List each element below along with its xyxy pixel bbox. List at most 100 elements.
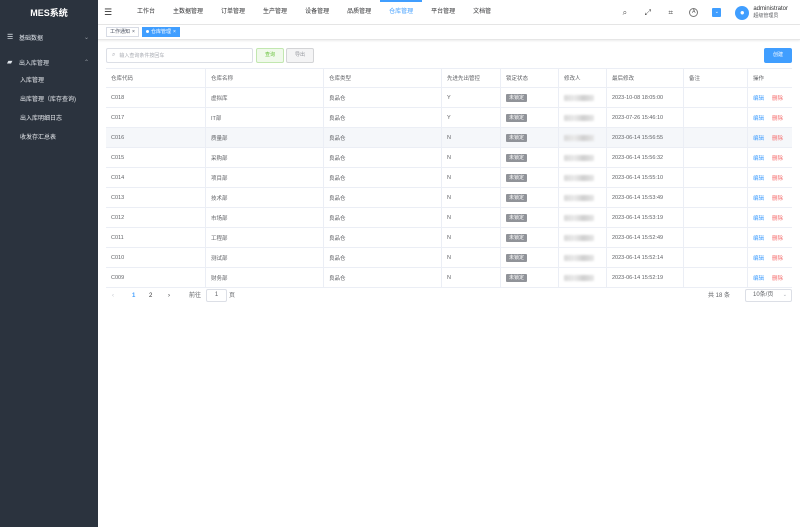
avatar[interactable]: ● xyxy=(735,5,750,20)
goto-page-input[interactable]: 1 xyxy=(206,289,227,302)
close-icon[interactable]: × xyxy=(173,29,176,35)
delete-button[interactable]: 删除 xyxy=(772,114,783,122)
cell-remark xyxy=(684,228,748,247)
tag-work-notice[interactable]: 工作通知 × xyxy=(106,27,139,37)
prev-page-icon[interactable]: ‹ xyxy=(112,289,114,303)
sidebar-group-basic-data[interactable]: ☰ 基础数据 ⌄ xyxy=(0,27,98,47)
delete-button[interactable]: 删除 xyxy=(772,154,783,162)
edit-button[interactable]: 编辑 xyxy=(753,254,764,262)
nav-item-quality[interactable]: 品质管理 xyxy=(338,0,380,25)
edit-button[interactable]: 编辑 xyxy=(753,114,764,122)
column-header[interactable]: 锁定状态 xyxy=(501,69,559,87)
cell-name: 虚拟库 xyxy=(206,88,324,107)
cell-actions: 编辑 删除 xyxy=(748,168,792,187)
delete-button[interactable]: 删除 xyxy=(772,254,783,262)
column-header[interactable]: 先进先出管控 xyxy=(442,69,501,87)
delete-button[interactable]: 删除 xyxy=(772,194,783,202)
cell-name: 技术部 xyxy=(206,188,324,207)
edit-button[interactable]: 编辑 xyxy=(753,214,764,222)
cell-type: 良品仓 xyxy=(324,148,442,167)
next-page-icon[interactable]: › xyxy=(168,289,170,303)
cell-actions: 编辑 删除 xyxy=(748,208,792,227)
sidebar-group-inout[interactable]: ▰ 出入库管理 ⌃ xyxy=(0,52,98,72)
column-header[interactable]: 备注 xyxy=(684,69,748,87)
table-row[interactable]: C013 技术部 良品仓 N 未锁定 2023-06-14 15:53:49 编辑 删除 xyxy=(106,188,792,208)
cell-fifo: N xyxy=(442,208,501,227)
table-row[interactable]: C014 项目部 良品仓 N 未锁定 2023-06-14 15:55:10 编辑 删除 xyxy=(106,168,792,188)
cell-time: 2023-06-14 15:52:49 xyxy=(607,228,684,247)
delete-button[interactable]: 删除 xyxy=(772,134,783,142)
table-row[interactable]: C011 工程部 良品仓 N 未锁定 2023-06-14 15:52:49 编辑 删除 xyxy=(106,228,792,248)
close-icon[interactable]: × xyxy=(132,29,135,35)
delete-button[interactable]: 删除 xyxy=(772,94,783,102)
column-header[interactable]: 仓库名称 xyxy=(206,69,324,87)
search-icon[interactable]: ⌕ xyxy=(620,8,629,17)
status-badge: 未锁定 xyxy=(506,153,528,162)
redacted-modifier xyxy=(564,174,594,181)
cell-time: 2023-07-26 15:46:10 xyxy=(607,108,684,127)
tag-warehouse[interactable]: 仓库管理 × xyxy=(141,27,180,37)
table-row[interactable]: C012 市场部 良品仓 N 未锁定 2023-06-14 15:53:19 编辑 删除 xyxy=(106,208,792,228)
main-nav: 工作台 主数据管理 订单管理 生产管理 设备管理 品质管理 仓库管理 平台管理 … xyxy=(128,0,500,25)
table-row[interactable]: C015 采购部 良品仓 N 未锁定 2023-06-14 15:56:32 编辑 删除 xyxy=(106,148,792,168)
edit-button[interactable]: 编辑 xyxy=(753,134,764,142)
font-size-icon[interactable]: A xyxy=(689,8,699,17)
redacted-modifier xyxy=(564,274,594,281)
cell-code: C018 xyxy=(106,88,206,107)
sidebar-item-summary[interactable]: 收发存汇总表 xyxy=(0,129,98,148)
column-header[interactable]: 仓库代码 xyxy=(106,69,206,87)
query-button[interactable]: 查询 xyxy=(256,48,284,63)
create-button[interactable]: 创建 xyxy=(764,48,792,63)
page-2[interactable]: 2 xyxy=(149,289,152,303)
user-info[interactable]: administrator 超级管理员 xyxy=(753,6,788,20)
fullscreen-icon[interactable]: ⤢ xyxy=(643,8,652,17)
nav-item-workbench[interactable]: 工作台 xyxy=(128,0,164,25)
delete-button[interactable]: 删除 xyxy=(772,234,783,242)
search-placeholder: 输入查询条件按回车 xyxy=(119,53,165,59)
delete-button[interactable]: 删除 xyxy=(772,274,783,282)
edit-button[interactable]: 编辑 xyxy=(753,94,764,102)
edit-button[interactable]: 编辑 xyxy=(753,274,764,282)
column-header[interactable]: 仓库类型 xyxy=(324,69,442,87)
cell-code: C011 xyxy=(106,228,206,247)
sidebar-item-inbound[interactable]: 入库管理 xyxy=(0,72,98,91)
tag-label: 仓库管理 xyxy=(150,29,171,35)
nav-item-platform[interactable]: 平台管理 xyxy=(422,0,464,25)
page-1[interactable]: 1 xyxy=(132,289,135,303)
table-row[interactable]: C009 财务部 良品仓 N 未锁定 2023-06-14 15:52:19 编辑 删除 xyxy=(106,268,792,288)
dropdown-toggle-icon[interactable]: ⌄ xyxy=(712,8,722,17)
search-input[interactable]: ⌕ 输入查询条件按回车 xyxy=(106,48,253,63)
edit-button[interactable]: 编辑 xyxy=(753,234,764,242)
delete-button[interactable]: 删除 xyxy=(772,174,783,182)
table-row[interactable]: C010 测试部 良品仓 N 未锁定 2023-06-14 15:52:14 编辑 删除 xyxy=(106,248,792,268)
nav-item-warehouse[interactable]: 仓库管理 xyxy=(380,0,423,25)
table-row[interactable]: C017 IT部 良品仓 Y 未锁定 2023-07-26 15:46:10 编辑 删除 xyxy=(106,108,792,128)
page-size-select[interactable]: 10条/页 ⌄ xyxy=(745,289,792,302)
cell-time: 2023-06-14 15:55:10 xyxy=(607,168,684,187)
sidebar-item-outbound[interactable]: 出库管理（库存查询) xyxy=(0,91,98,110)
export-button[interactable]: 导出 xyxy=(286,48,314,63)
nav-item-production[interactable]: 生产管理 xyxy=(254,0,296,25)
chevron-up-icon: ⌃ xyxy=(83,59,89,66)
redacted-modifier xyxy=(564,94,594,101)
sidebar-item-inout-log[interactable]: 出入库明细日志 xyxy=(0,110,98,129)
chevron-down-icon: ⌄ xyxy=(83,34,89,41)
edit-button[interactable]: 编辑 xyxy=(753,194,764,202)
cell-fifo: N xyxy=(442,148,501,167)
column-header[interactable]: 修改人 xyxy=(559,69,607,87)
redacted-modifier xyxy=(564,134,594,141)
nav-item-master-data[interactable]: 主数据管理 xyxy=(164,0,212,25)
delete-button[interactable]: 删除 xyxy=(772,214,783,222)
hamburger-icon[interactable]: ☰ xyxy=(104,7,114,18)
nav-item-equipment[interactable]: 设备管理 xyxy=(296,0,338,25)
edit-button[interactable]: 编辑 xyxy=(753,154,764,162)
table-row[interactable]: C016 质量部 良品仓 N 未锁定 2023-06-14 15:56:55 编辑 删除 xyxy=(106,128,792,148)
nav-item-orders[interactable]: 订单管理 xyxy=(212,0,254,25)
edit-button[interactable]: 编辑 xyxy=(753,174,764,182)
nav-item-docs[interactable]: 文档管 xyxy=(464,0,500,25)
redacted-modifier xyxy=(564,114,594,121)
column-header[interactable]: 最后修改 xyxy=(607,69,684,87)
scan-icon[interactable]: ⌗ xyxy=(666,8,675,17)
cell-actions: 编辑 删除 xyxy=(748,128,792,147)
table-row[interactable]: C018 虚拟库 良品仓 Y 未锁定 2023-10-08 18:05:00 编辑 删除 xyxy=(106,88,792,108)
